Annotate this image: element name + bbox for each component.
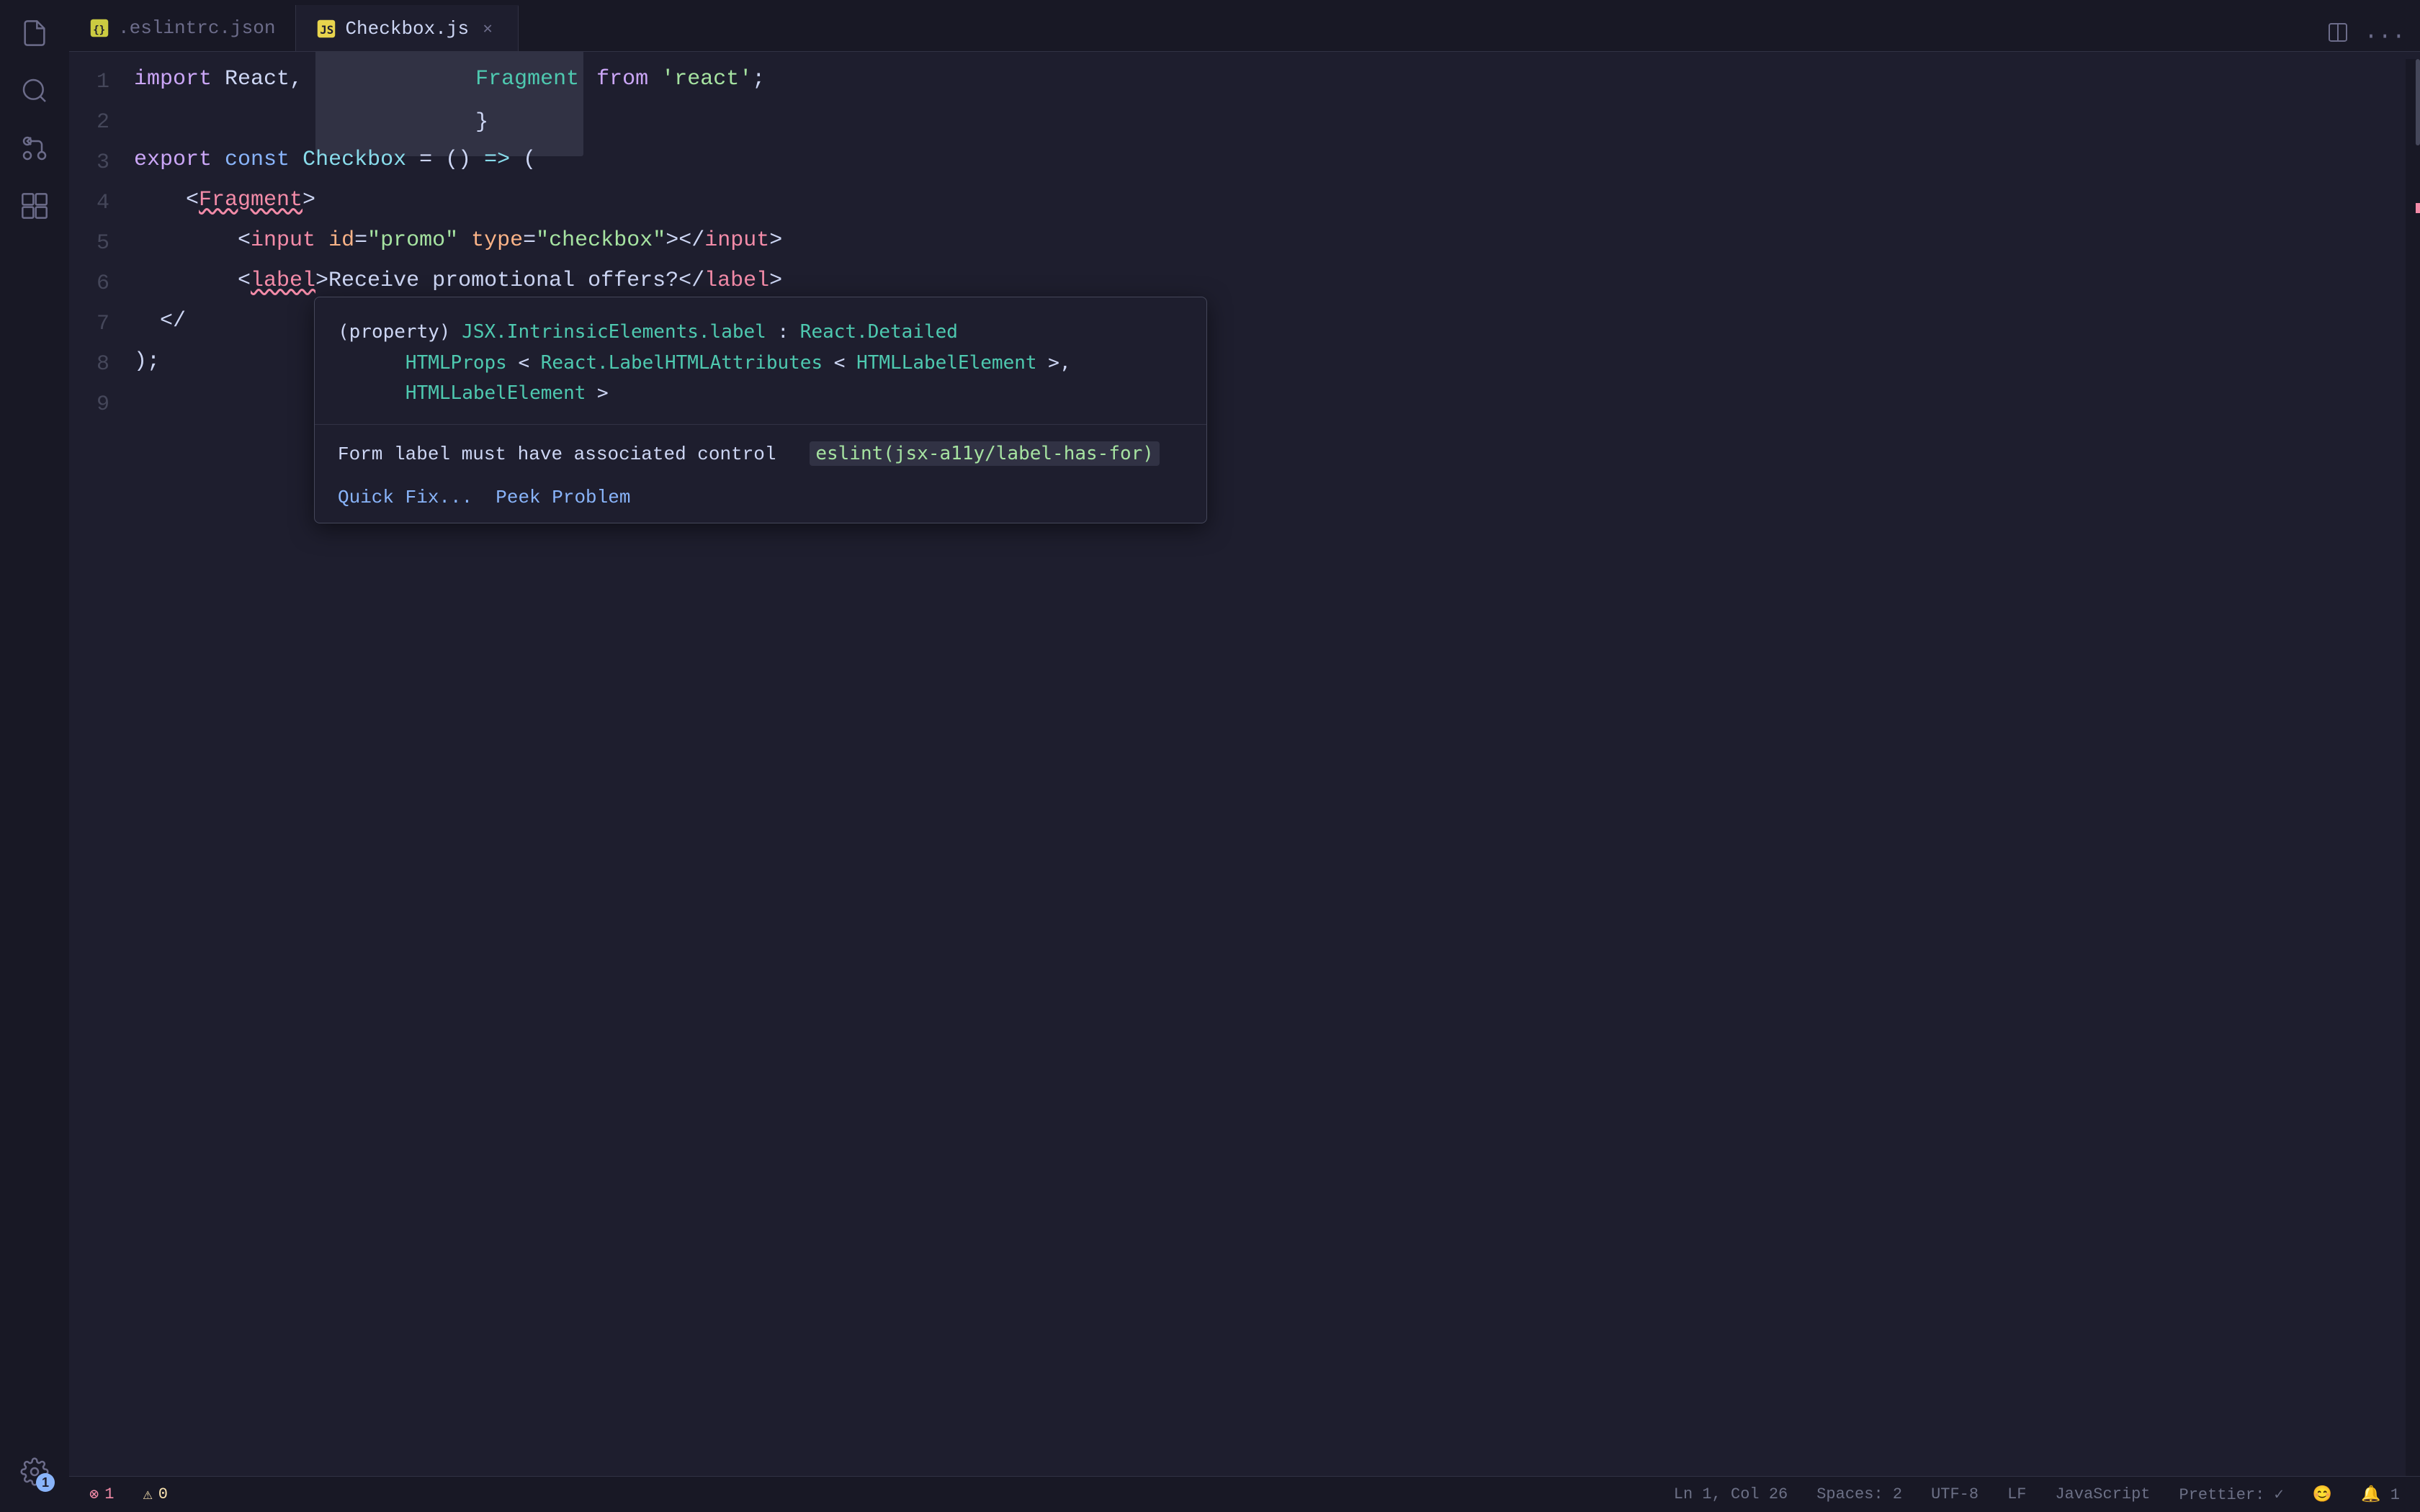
smiley-icon: 😊 bbox=[2313, 1485, 2332, 1504]
code-line-6: < label >Receive promotional offers?</ l… bbox=[134, 261, 2406, 301]
status-bar-right: Ln 1, Col 26 Spaces: 2 UTF-8 LF JavaScri… bbox=[1674, 1485, 2400, 1504]
activity-bar: 1 bbox=[0, 0, 69, 1512]
warning-count: 0 bbox=[158, 1485, 168, 1503]
tab-actions: ··· bbox=[2326, 21, 2420, 51]
status-line-ending[interactable]: LF bbox=[2007, 1485, 2026, 1503]
extensions-icon[interactable] bbox=[9, 180, 60, 232]
scrollbar-thumb bbox=[2416, 59, 2420, 145]
bell-icon: 🔔 1 bbox=[2361, 1485, 2400, 1504]
svg-text:{}: {} bbox=[93, 24, 105, 36]
search-icon[interactable] bbox=[9, 65, 60, 117]
line-num-5: 5 bbox=[69, 223, 109, 264]
status-bell[interactable]: 🔔 1 bbox=[2361, 1485, 2400, 1504]
code-line-5: < input id = "promo" type = "checkbox" >… bbox=[134, 220, 2406, 261]
line-num-6: 6 bbox=[69, 264, 109, 304]
status-encoding[interactable]: UTF-8 bbox=[1931, 1485, 1978, 1503]
line-num-3: 3 bbox=[69, 143, 109, 183]
tooltip-type-info: (property) JSX.IntrinsicElements.label :… bbox=[315, 297, 1206, 425]
status-spaces[interactable]: Spaces: 2 bbox=[1816, 1485, 1902, 1503]
peek-problem-btn[interactable]: Peek Problem bbox=[496, 487, 630, 508]
line-num-7: 7 bbox=[69, 304, 109, 344]
tab-checkbox-label: Checkbox.js bbox=[345, 18, 469, 40]
status-warnings[interactable]: ⚠ 0 bbox=[143, 1485, 167, 1504]
editor-container: {} .eslintrc.json JS Checkbox.js ✕ ··· bbox=[69, 0, 2420, 1512]
code-line-1: import React , { Fragment } from 'rea bbox=[134, 59, 2406, 99]
status-bar: ⊗ 1 ⚠ 0 Ln 1, Col 26 Spaces: 2 UTF-8 LF … bbox=[69, 1476, 2420, 1512]
error-indicator bbox=[2416, 203, 2420, 213]
line-numbers: 1 2 3 4 5 6 7 8 9 bbox=[69, 59, 127, 1476]
source-control-icon[interactable] bbox=[9, 122, 60, 174]
error-icon: ⊗ bbox=[89, 1485, 99, 1504]
tab-checkbox[interactable]: JS Checkbox.js ✕ bbox=[296, 5, 519, 51]
error-message-text: Form label must have associated control bbox=[338, 444, 776, 465]
code-content: 1 2 3 4 5 6 7 8 9 import React , bbox=[69, 52, 2420, 1476]
react-identifier: React bbox=[225, 68, 290, 90]
status-position[interactable]: Ln 1, Col 26 bbox=[1674, 1485, 1788, 1503]
settings-icon[interactable]: 1 bbox=[9, 1446, 60, 1498]
status-formatter[interactable]: Prettier: ✓ bbox=[2179, 1485, 2284, 1504]
tab-eslintrc-label: .eslintrc.json bbox=[118, 17, 275, 39]
line-num-8: 8 bbox=[69, 344, 109, 384]
line-num-2: 2 bbox=[69, 102, 109, 143]
code-editor[interactable]: 1 2 3 4 5 6 7 8 9 import React , bbox=[69, 52, 2420, 1476]
quick-fix-btn[interactable]: Quick Fix... bbox=[338, 487, 472, 508]
curly-fragment: { Fragment } bbox=[315, 52, 583, 156]
warning-icon: ⚠ bbox=[143, 1485, 152, 1504]
notification-badge: 1 bbox=[36, 1473, 55, 1492]
line-num-4: 4 bbox=[69, 183, 109, 223]
line-num-1: 1 bbox=[69, 62, 109, 102]
status-language[interactable]: JavaScript bbox=[2055, 1485, 2150, 1503]
tab-close-icon[interactable]: ✕ bbox=[478, 19, 498, 39]
line-num-9: 9 bbox=[69, 384, 109, 425]
code-lines: import React , { Fragment } from 'rea bbox=[127, 59, 2406, 1476]
split-editor-icon[interactable] bbox=[2326, 21, 2349, 51]
scrollbar-track[interactable] bbox=[2406, 59, 2420, 1476]
status-smiley[interactable]: 😊 bbox=[2313, 1485, 2332, 1504]
error-count: 1 bbox=[104, 1485, 114, 1503]
react-string: 'react' bbox=[661, 68, 752, 90]
tooltip-popup: (property) JSX.IntrinsicElements.label :… bbox=[314, 297, 1207, 523]
error-code-ref: eslint(jsx-a11y/label-has-for) bbox=[810, 441, 1160, 466]
svg-text:JS: JS bbox=[321, 23, 334, 37]
tab-eslintrc[interactable]: {} .eslintrc.json bbox=[69, 5, 296, 51]
tooltip-actions: Quick Fix... Peek Problem bbox=[315, 478, 1206, 523]
files-icon[interactable] bbox=[9, 7, 60, 59]
status-errors[interactable]: ⊗ 1 bbox=[89, 1485, 114, 1504]
code-line-4: <Fragment> bbox=[134, 180, 2406, 220]
from-keyword: from bbox=[596, 68, 648, 90]
import-keyword: import bbox=[134, 68, 212, 90]
tooltip-error: Form label must have associated control … bbox=[315, 425, 1206, 479]
more-actions-icon[interactable]: ··· bbox=[2364, 23, 2406, 50]
tab-bar: {} .eslintrc.json JS Checkbox.js ✕ ··· bbox=[69, 0, 2420, 52]
